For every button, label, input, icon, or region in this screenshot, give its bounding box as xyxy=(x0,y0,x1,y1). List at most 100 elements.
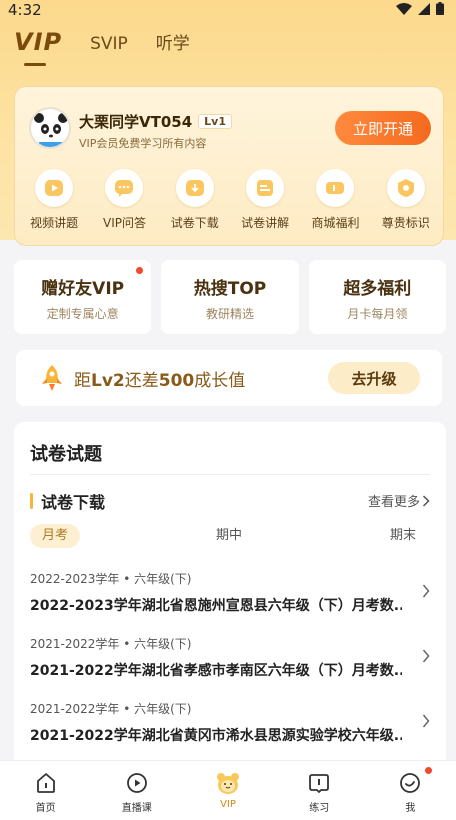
perk-icon-wrap xyxy=(386,169,425,207)
segment-monthly[interactable]: 月考 xyxy=(30,524,81,548)
vip-membership-card: 大栗同学VT054 Lv1 VIP会员免费学习所有内容 立即开通 视频讲题 VIP… xyxy=(14,86,444,246)
bottom-nav: 首页 直播课 VIP 练习 我 xyxy=(0,760,456,820)
nav-label: 直播课 xyxy=(121,803,152,814)
nav-home[interactable]: 首页 xyxy=(0,761,91,820)
paper-list-item[interactable]: 2021-2022学年 • 六年级(下) 2021-2022学年湖北省黄冈市浠水… xyxy=(30,700,430,745)
promo-subtitle: 教研精选 xyxy=(205,307,254,321)
notification-dot xyxy=(425,767,433,774)
exam-type-segments: 月考 期中 期末 xyxy=(30,524,430,548)
status-bar: 4:32 xyxy=(0,0,456,20)
user-name: 大栗同学VT054 Lv1 xyxy=(79,111,232,132)
nav-label: 首页 xyxy=(35,803,56,814)
practice-icon xyxy=(309,774,330,793)
perk-label: 试卷讲解 xyxy=(241,216,290,230)
papers-section: 试卷试题 试卷下载 查看更多 月考 期中 期末 2022-2023学年 • 六年… xyxy=(14,422,446,762)
paper-meta: 2021-2022学年 • 六年级(下) xyxy=(30,637,192,651)
perk-icon-wrap xyxy=(175,169,214,207)
tab-svip[interactable]: SVIP xyxy=(90,34,128,56)
level-progress-text: 距Lv2还差500成长值 xyxy=(74,366,245,391)
paper-meta: 2021-2022学年 • 六年级(下) xyxy=(30,702,192,716)
paper-explain-icon xyxy=(257,180,274,196)
promo-title: 热搜TOP xyxy=(193,279,267,299)
perk-video[interactable]: 视频讲题 xyxy=(21,169,87,231)
battery-icon xyxy=(436,2,444,15)
perk-icon-wrap xyxy=(35,169,74,207)
tab-vip[interactable]: VIP xyxy=(14,28,63,66)
promo-hot-search[interactable]: 热搜TOP 教研精选 xyxy=(161,260,299,334)
perk-list: 视频讲题 VIP问答 试卷下载 试卷讲解 商城福利 尊贵标识 xyxy=(15,169,445,231)
paper-list-item[interactable]: 2021-2022学年 • 六年级(下) 2021-2022学年湖北省孝感市孝南… xyxy=(30,635,430,680)
top-tab-bar: VIP SVIP 听学 xyxy=(14,28,190,66)
video-play-icon xyxy=(45,180,64,196)
nav-live-class[interactable]: 直播课 xyxy=(91,761,182,820)
chevron-right-icon xyxy=(422,494,430,507)
level-badge: Lv1 xyxy=(198,114,232,129)
user-subtitle: VIP会员免费学习所有内容 xyxy=(79,137,207,150)
wifi-icon xyxy=(396,2,412,15)
rocket-icon xyxy=(42,365,62,391)
divider xyxy=(30,474,430,475)
nav-label: VIP xyxy=(220,799,236,810)
avatar[interactable] xyxy=(29,107,71,149)
vip-mascot-icon xyxy=(217,773,239,794)
open-vip-button[interactable]: 立即开通 xyxy=(335,111,431,145)
user-name-text: 大栗同学VT054 xyxy=(79,113,193,131)
promo-row: 赠好友VIP 定制专属心意 热搜TOP 教研精选 超多福利 月卡每月领 xyxy=(14,260,446,334)
tab-listen[interactable]: 听学 xyxy=(156,29,190,56)
live-class-icon xyxy=(126,773,147,793)
promo-welfare[interactable]: 超多福利 月卡每月领 xyxy=(308,260,446,334)
tab-vip-label: VIP xyxy=(14,28,63,56)
perk-paper-download[interactable]: 试卷下载 xyxy=(162,169,228,231)
perk-mall-welfare[interactable]: 商城福利 xyxy=(302,169,368,231)
perk-icon-wrap xyxy=(316,169,355,207)
promo-gift-vip[interactable]: 赠好友VIP 定制专属心意 xyxy=(14,260,152,334)
paper-title: 2021-2022学年湖北省孝感市孝南区六年级（下）月考数... xyxy=(30,663,402,679)
paper-meta: 2022-2023学年 • 六年级(下) xyxy=(30,572,192,586)
nav-label: 我 xyxy=(405,803,416,814)
perk-paper-explain[interactable]: 试卷讲解 xyxy=(232,169,298,231)
view-more-link[interactable]: 查看更多 xyxy=(368,491,430,510)
chat-bubble-icon xyxy=(115,180,134,197)
promo-subtitle: 月卡每月领 xyxy=(347,307,408,321)
promo-title: 赠好友VIP xyxy=(41,279,125,299)
chevron-right-icon xyxy=(422,649,430,663)
coupon-icon xyxy=(326,182,345,194)
level-text-points: 500 xyxy=(158,371,195,391)
perk-label: 视频讲题 xyxy=(30,216,79,230)
download-icon xyxy=(185,180,204,196)
perk-icon-wrap xyxy=(105,169,144,207)
perk-label: 商城福利 xyxy=(311,216,360,230)
signal-icon xyxy=(418,2,430,15)
nav-label: 练习 xyxy=(309,803,330,814)
promo-title: 超多福利 xyxy=(343,279,412,299)
level-text-suffix: 成长值 xyxy=(194,371,246,391)
level-text-mid: 还差 xyxy=(124,371,159,391)
promo-subtitle: 定制专属心意 xyxy=(46,307,119,321)
nav-practice[interactable]: 练习 xyxy=(274,761,365,820)
segment-final[interactable]: 期末 xyxy=(390,524,416,548)
level-text-prefix: 距 xyxy=(74,371,91,391)
level-text-level: Lv2 xyxy=(91,371,125,391)
perk-vip-qa[interactable]: VIP问答 xyxy=(91,169,157,231)
chevron-right-icon xyxy=(422,584,430,598)
nav-profile[interactable]: 我 xyxy=(365,761,456,820)
paper-list-item[interactable]: 2022-2023学年 • 六年级(下) 2022-2023学年湖北省恩施州宣恩… xyxy=(30,570,430,615)
level-progress-card: 距Lv2还差500成长值 去升级 xyxy=(16,350,442,406)
perk-label: 试卷下载 xyxy=(170,216,219,230)
segment-midterm[interactable]: 期中 xyxy=(216,524,242,548)
profile-icon xyxy=(400,773,421,793)
view-more-label: 查看更多 xyxy=(367,495,420,510)
tab-active-indicator xyxy=(24,63,46,66)
panda-avatar-icon xyxy=(34,113,68,147)
nav-vip[interactable]: VIP xyxy=(182,761,273,820)
home-icon xyxy=(36,773,55,793)
badge-icon xyxy=(397,179,414,197)
papers-section-title: 试卷试题 xyxy=(30,444,102,465)
paper-title: 2022-2023学年湖北省恩施州宣恩县六年级（下）月考数... xyxy=(30,598,402,614)
paper-download-title: 试卷下载 xyxy=(41,493,106,512)
status-time: 4:32 xyxy=(8,1,42,19)
upgrade-button[interactable]: 去升级 xyxy=(328,362,420,394)
perk-honor-badge[interactable]: 尊贵标识 xyxy=(373,169,439,231)
paper-download-header: 试卷下载 xyxy=(30,489,105,513)
paper-title: 2021-2022学年湖北省黄冈市浠水县思源实验学校六年级... xyxy=(30,728,402,744)
